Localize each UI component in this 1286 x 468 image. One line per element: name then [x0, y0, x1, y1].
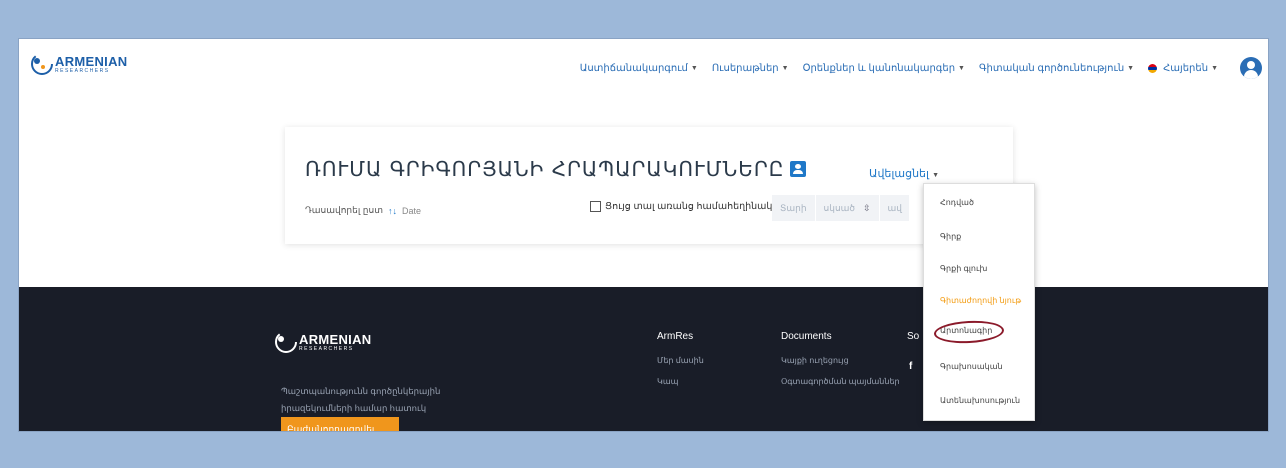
- year-from-select[interactable]: սկսած ⇳: [815, 195, 880, 221]
- chevron-down-icon: ▼: [1127, 65, 1135, 72]
- language-selector[interactable]: Հայերեն ▼: [1148, 63, 1218, 74]
- page-title: ՌՈՒՄԱ ԳՐԻԳՈՐՅԱՆԻ ՀՐԱՊԱՐԱԿՈՒՄՆԵՐԸ: [305, 157, 807, 181]
- year-field[interactable]: Տարի: [772, 195, 816, 221]
- footer-col-title: Documents: [781, 331, 832, 342]
- footer-link-contact[interactable]: Կապ: [657, 377, 704, 386]
- chevron-down-icon: ▼: [1211, 65, 1218, 72]
- sort-label: Դասավորել ըստ: [305, 205, 383, 215]
- facebook-icon[interactable]: f: [909, 361, 912, 372]
- checkbox-label: Ցույց տալ առանց համահեղինակների: [605, 201, 797, 212]
- sort-arrows-icon: ↑↓: [387, 205, 397, 216]
- site-footer: ARMENIAN RESEARCHERS Պաշտպանությունն գոր…: [19, 287, 1268, 431]
- year-to-field[interactable]: ավ: [879, 195, 910, 221]
- subscribe-button[interactable]: Բաժանորդագրվել: [281, 417, 399, 431]
- no-coauthors-checkbox-row[interactable]: Ցույց տալ առանց համահեղինակների: [590, 201, 797, 212]
- footer-col-title: ArmRes: [657, 331, 694, 342]
- sort-value: Date: [401, 205, 421, 216]
- nav-menu: Աստիճանակարգում ▼ Ուսերաթներ ▼ Օրենքներ և …: [580, 63, 1218, 74]
- user-badge-icon[interactable]: [790, 161, 807, 177]
- dropdown-item-article[interactable]: Հոդված: [940, 198, 974, 207]
- dropdown-item-book-chapter[interactable]: Գրքի գլուխ: [940, 264, 987, 273]
- dropdown-item-review[interactable]: Գրախոսական: [940, 362, 1003, 371]
- footer-col-armres: ArmRes Մեր մասին Կապ: [657, 331, 704, 398]
- user-avatar-icon[interactable]: [1240, 57, 1262, 79]
- spinner-icon: ⇳: [862, 202, 871, 213]
- add-label: Ավելացնել: [869, 168, 929, 180]
- annotation-circle: [933, 319, 1005, 345]
- chevron-down-icon: ▼: [932, 172, 939, 179]
- footer-link-terms[interactable]: Օգտագործման պայմաններ: [781, 377, 900, 386]
- top-navbar: ARMENIAN RESEARCHERS Աստիճանակարգում ▼ Ու…: [19, 39, 1268, 97]
- year-filter-group: Տարի սկսած ⇳ ավ: [772, 195, 910, 221]
- add-dropdown-toggle[interactable]: Ավելացնել ▼: [869, 167, 939, 180]
- publications-card: ՌՈՒՄԱ ԳՐԻԳՈՐՅԱՆԻ ՀՐԱՊԱՐԱԿՈՒՄՆԵՐԸ Ավելացն…: [285, 127, 1013, 244]
- add-dropdown-menu: Հոդված Գիրք Գրքի գլուխ Գիտաժողովի նյութ …: [923, 183, 1035, 421]
- chevron-down-icon: ▼: [781, 65, 789, 72]
- chevron-down-icon: ▼: [958, 65, 965, 72]
- armenia-flag-icon: [1148, 64, 1158, 73]
- page-title-text: ՌՈՒՄԱ ԳՐԻԳՈՐՅԱՆԻ ՀՐԱՊԱՐԱԿՈՒՄՆԵՐԸ: [305, 157, 785, 181]
- nav-item-science[interactable]: Գիտական գործունեություն ▼: [979, 63, 1134, 74]
- footer-logo[interactable]: ARMENIAN RESEARCHERS: [273, 329, 371, 355]
- footer-col-social: So: [907, 331, 919, 356]
- browser-viewport: ARMENIAN RESEARCHERS Աստիճանակարգում ▼ Ու…: [18, 38, 1269, 432]
- language-label: Հայերեն: [1163, 63, 1209, 74]
- footer-description: Պաշտպանությունն գործընկերային իրազեկումն…: [281, 386, 441, 413]
- nav-item-label: Աստիճանակարգում: [579, 63, 688, 74]
- footer-col-documents: Documents Կայքի ուղեցույց Օգտագործման պա…: [781, 331, 900, 398]
- nav-item-laws[interactable]: Օրենքներ և կանոնակարգեր ▼: [803, 63, 965, 74]
- footer-link-about[interactable]: Մեր մասին: [657, 356, 704, 365]
- logo-icon: [275, 331, 297, 353]
- year-from-label: սկսած: [823, 202, 856, 213]
- dropdown-item-conference[interactable]: Գիտաժողովի նյութ: [940, 296, 1021, 305]
- nav-item-ranking[interactable]: Աստիճանակարգում ▼: [580, 63, 698, 74]
- chevron-down-icon: ▼: [690, 65, 698, 72]
- logo-icon: [31, 53, 53, 75]
- sort-control[interactable]: Դասավորել ըստ ↑↓ Date: [305, 205, 421, 216]
- nav-item-guides[interactable]: Ուսերաթներ ▼: [712, 63, 789, 74]
- nav-item-label: Գիտական գործունեություն: [978, 63, 1125, 74]
- no-coauthors-checkbox[interactable]: [590, 201, 601, 212]
- logo-text: ARMENIAN: [55, 53, 128, 69]
- footer-logo-text: ARMENIAN: [299, 331, 372, 347]
- footer-link-guide[interactable]: Կայքի ուղեցույց: [781, 356, 900, 365]
- nav-item-label: Օրենքներ և կանոնակարգեր: [802, 63, 956, 74]
- site-logo[interactable]: ARMENIAN RESEARCHERS: [29, 51, 127, 77]
- footer-col-title: So: [907, 331, 920, 342]
- nav-item-label: Ուսերաթներ: [711, 63, 779, 74]
- dropdown-item-thesis[interactable]: Ատենախոսություն: [940, 396, 1020, 405]
- dropdown-item-book[interactable]: Գիրք: [940, 232, 961, 241]
